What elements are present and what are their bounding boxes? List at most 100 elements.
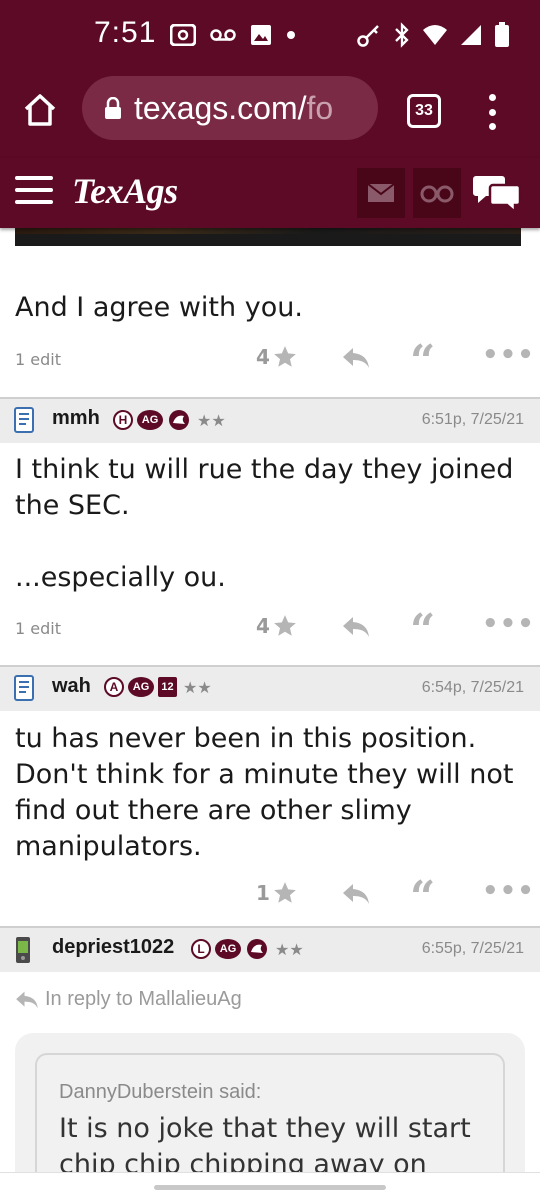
chat-button[interactable] xyxy=(472,170,524,216)
post-header: depriest1022 L AG ★★ 6:55p, 7/25/21 xyxy=(0,928,540,972)
quote-block: DannyDuberstein said: It is no joke that… xyxy=(35,1053,505,1173)
post-actions: 1 edit 4 “ ••• xyxy=(0,609,540,653)
site-header: TexAgs xyxy=(0,158,540,228)
star-icon xyxy=(274,346,296,367)
home-icon xyxy=(24,94,56,126)
star-count: 1 xyxy=(256,881,270,905)
dot-icon xyxy=(287,31,295,39)
user-badges: H AG ★★ xyxy=(113,409,226,431)
wifi-icon xyxy=(423,25,447,45)
reply-icon xyxy=(343,884,369,904)
ag-badge: AG xyxy=(137,410,163,430)
class-letter-badge: L xyxy=(191,939,211,959)
class-letter-badge: H xyxy=(113,410,133,430)
image-icon xyxy=(251,25,271,45)
navigation-bar xyxy=(0,1172,540,1200)
gesture-handle[interactable] xyxy=(154,1185,386,1190)
browser-menu-button[interactable] xyxy=(480,92,504,132)
reply-button[interactable] xyxy=(342,615,370,643)
in-reply-to-link[interactable]: In reply to MallalieuAg xyxy=(15,988,242,1011)
reply-button[interactable] xyxy=(342,882,370,910)
twelfth-man-badge: 12 xyxy=(158,677,177,697)
quote-author: DannyDuberstein said: xyxy=(59,1081,262,1103)
post-header: wah A AG 12 ★★ 6:54p, 7/25/21 xyxy=(0,667,540,711)
post-actions: 1 “ ••• xyxy=(0,876,540,920)
quote-text: It is no joke that they will start chip … xyxy=(59,1113,471,1173)
quoted-post: DannyDuberstein said: It is no joke that… xyxy=(15,1033,525,1173)
reply-icon xyxy=(343,617,369,637)
binoculars-icon xyxy=(420,185,454,203)
post-timestamp[interactable]: 6:55p, 7/25/21 xyxy=(422,940,524,958)
rank-stars: ★★ xyxy=(183,677,212,697)
username[interactable]: mmh xyxy=(52,407,100,430)
quote-icon: “ xyxy=(410,605,436,656)
reply-icon xyxy=(343,348,369,368)
site-logo[interactable]: TexAgs xyxy=(72,170,178,212)
status-time: 7:51 xyxy=(94,16,157,49)
browser-toolbar: texags.com/fo 33 xyxy=(0,70,540,158)
mascot-badge-icon xyxy=(247,939,267,959)
edit-count[interactable]: 1 edit xyxy=(15,619,61,638)
post-body: tu has never been in this position. Don'… xyxy=(15,721,520,865)
quote-button[interactable]: “ xyxy=(410,609,435,653)
star-count: 4 xyxy=(256,345,270,369)
star-button[interactable]: 4 xyxy=(256,613,298,639)
status-notification-icons xyxy=(170,24,296,46)
embedded-image xyxy=(15,228,521,246)
chat-bubbles-icon xyxy=(473,176,522,214)
hamburger-menu-icon[interactable] xyxy=(15,176,53,204)
post-text: I think tu will rue the day they joined … xyxy=(15,454,514,521)
status-system-icons xyxy=(356,22,510,48)
edit-count[interactable]: 1 edit xyxy=(15,350,61,369)
star-button[interactable]: 1 xyxy=(256,880,298,906)
post-body: And I agree with you. xyxy=(15,290,520,326)
post-timestamp[interactable]: 6:51p, 7/25/21 xyxy=(422,411,524,429)
star-count: 4 xyxy=(256,614,270,638)
more-options-button[interactable]: ••• xyxy=(482,609,535,639)
username[interactable]: depriest1022 xyxy=(52,936,174,959)
class-letter-badge: A xyxy=(104,677,124,697)
thread-content: And I agree with you. 1 edit 4 “ ••• mmh… xyxy=(0,228,540,1173)
home-button[interactable] xyxy=(18,88,62,132)
user-device-icon xyxy=(13,675,35,705)
post-timestamp[interactable]: 6:54p, 7/25/21 xyxy=(422,679,524,697)
user-badges: A AG 12 ★★ xyxy=(104,677,212,697)
status-bar: 7:51 xyxy=(0,0,540,70)
mascot-badge-icon xyxy=(169,410,189,430)
tab-switcher-button[interactable]: 33 xyxy=(407,94,441,128)
more-icon: ••• xyxy=(482,876,535,906)
post-header: mmh H AG ★★ 6:51p, 7/25/21 xyxy=(0,399,540,443)
signal-icon xyxy=(461,25,481,45)
quote-icon: “ xyxy=(410,872,436,923)
watching-button[interactable] xyxy=(413,168,461,218)
rank-stars: ★★ xyxy=(275,939,304,959)
url-text: texags.com/fo xyxy=(134,89,334,126)
vpn-key-icon xyxy=(357,25,379,47)
rank-stars: ★★ xyxy=(197,410,226,430)
post-text: And I agree with you. xyxy=(15,292,303,323)
post-text: tu has never been in this position. Don'… xyxy=(15,723,514,862)
star-icon xyxy=(274,615,296,636)
post-actions: 1 edit 4 “ ••• xyxy=(0,340,540,384)
quote-button[interactable]: “ xyxy=(410,876,435,920)
user-device-icon xyxy=(13,407,35,437)
bluetooth-icon xyxy=(395,22,409,48)
more-icon: ••• xyxy=(482,609,535,639)
more-options-button[interactable]: ••• xyxy=(482,340,535,370)
quote-button[interactable]: “ xyxy=(410,340,435,384)
mail-icon xyxy=(367,183,395,202)
quote-icon: “ xyxy=(410,336,436,387)
more-options-button[interactable]: ••• xyxy=(482,876,535,906)
address-bar[interactable]: texags.com/fo xyxy=(82,76,378,140)
messages-button[interactable] xyxy=(357,168,405,218)
ag-badge: AG xyxy=(128,677,154,697)
reply-button[interactable] xyxy=(342,346,370,374)
user-badges: L AG ★★ xyxy=(191,938,304,960)
voicemail-icon xyxy=(210,29,236,41)
lock-icon xyxy=(104,97,122,119)
star-icon xyxy=(274,882,296,903)
username[interactable]: wah xyxy=(52,675,91,698)
star-button[interactable]: 4 xyxy=(256,344,298,370)
more-icon: ••• xyxy=(482,340,535,370)
reply-icon xyxy=(16,991,38,1008)
